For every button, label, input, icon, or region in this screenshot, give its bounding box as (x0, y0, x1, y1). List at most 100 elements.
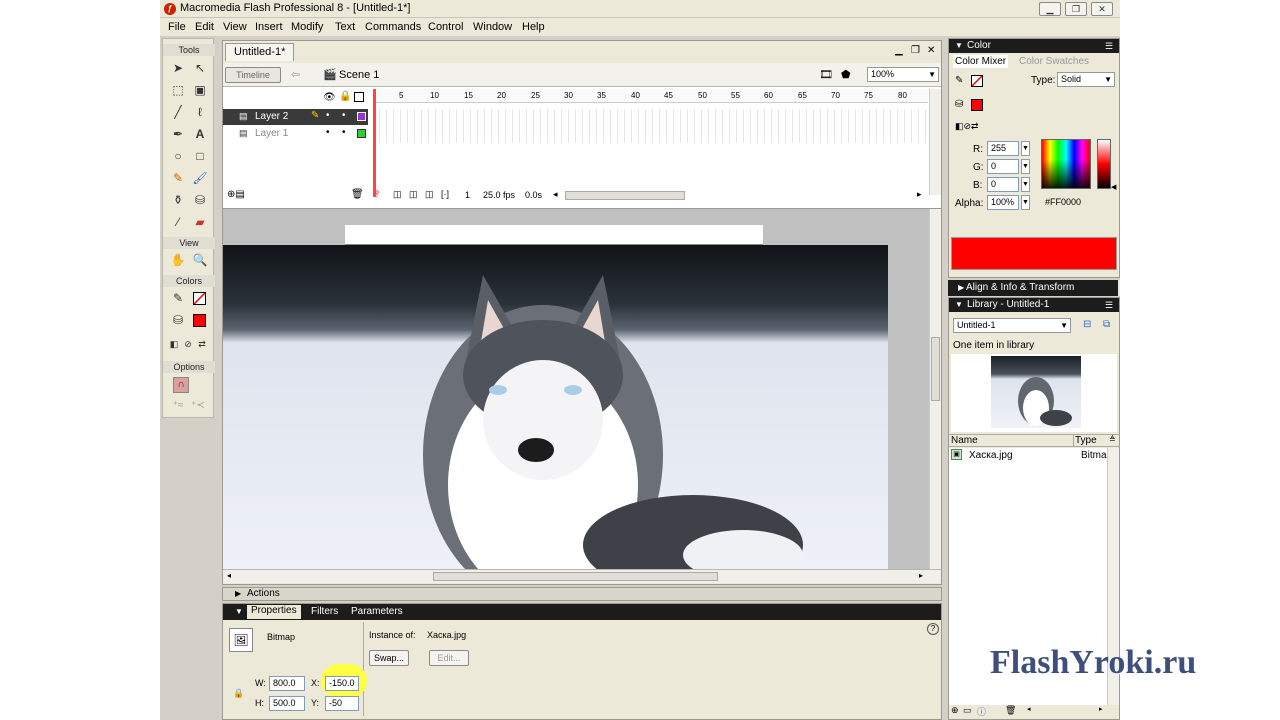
menu-commands[interactable]: Commands (365, 21, 421, 33)
ink-bottle-icon[interactable]: ⚱ (169, 191, 187, 209)
color-panel-header[interactable]: ▼ Color ☰ (949, 39, 1119, 53)
straighten-icon[interactable]: ⁺≺ (189, 397, 207, 415)
r-dropdown-icon[interactable]: ▼ (1021, 141, 1030, 156)
menu-text[interactable]: Text (335, 21, 355, 33)
tab-color-swatches[interactable]: Color Swatches (1019, 56, 1089, 67)
pencil-tool-icon[interactable]: ✎ (169, 169, 187, 187)
eye-icon[interactable]: 👁 (323, 92, 336, 103)
zoom-select[interactable]: 100% ▼ (867, 67, 939, 82)
lock-aspect-icon[interactable]: 🔒 (233, 688, 244, 699)
brightness-slider[interactable] (1097, 139, 1111, 189)
stage-hscroll-thumb[interactable] (433, 572, 718, 581)
pin-library-icon[interactable]: ⊟ (1083, 319, 1091, 330)
playhead[interactable] (373, 89, 376, 197)
stroke-swatch[interactable] (193, 292, 206, 305)
r-field[interactable]: 255 (987, 141, 1019, 156)
husky-bitmap[interactable] (223, 245, 888, 571)
layer-color-swatch[interactable] (357, 129, 366, 138)
new-library-icon[interactable]: ⧉ (1103, 319, 1110, 330)
col-type[interactable]: Type (1075, 435, 1097, 446)
eyedropper-icon[interactable]: ⁄ (169, 213, 187, 231)
default-colors-icon[interactable]: ◧⊘⇄ (955, 121, 979, 132)
free-transform-icon[interactable]: ⬚ (169, 81, 187, 99)
mixer-fill-swatch[interactable] (971, 99, 983, 111)
x-field[interactable]: -150.0 (325, 676, 359, 691)
timeline-vscroll[interactable] (929, 89, 941, 195)
lock-icon[interactable]: 🔒 (339, 91, 351, 102)
alpha-field[interactable]: 100% (987, 195, 1019, 210)
fill-color-icon[interactable]: ⛁ (169, 311, 187, 329)
edit-button[interactable]: Edit... (429, 650, 469, 666)
stage-hscroll[interactable]: ◂ ▸ (223, 569, 941, 583)
visible-dot-icon[interactable]: • (326, 110, 330, 121)
menu-view[interactable]: View (223, 21, 247, 33)
delete-layer-icon[interactable]: 🗑 (351, 189, 364, 200)
insert-layer-icon[interactable]: ⊕▤ (227, 189, 245, 200)
stage-vscroll-thumb[interactable] (931, 337, 940, 401)
library-panel-header[interactable]: ▼ Library - Untitled-1 ☰ (949, 298, 1119, 312)
zoom-tool-icon[interactable]: 🔍 (191, 251, 209, 269)
minimize-icon[interactable]: ▁ (1039, 2, 1061, 16)
menu-file[interactable]: File (168, 21, 186, 33)
doc-minimize-icon[interactable]: ▁ (895, 45, 903, 56)
menu-modify[interactable]: Modify (291, 21, 323, 33)
collapse-arrow-icon[interactable]: ▼ (235, 607, 243, 616)
oval-tool-icon[interactable]: ○ (169, 147, 187, 165)
menu-window[interactable]: Window (473, 21, 512, 33)
swap-button[interactable]: Swap... (369, 650, 409, 666)
col-name[interactable]: Name (951, 435, 978, 446)
library-item[interactable]: ▣ Хаска.jpg Bitma (949, 448, 1107, 463)
edit-scene-icon[interactable]: 🎞 (819, 68, 833, 81)
menu-control[interactable]: Control (428, 21, 463, 33)
eraser-tool-icon[interactable]: ▰ (191, 213, 209, 231)
g-field[interactable]: 0 (987, 159, 1019, 174)
doc-close-icon[interactable]: ✕ (927, 45, 935, 56)
scroll-right-icon[interactable]: ▸ (919, 571, 923, 580)
selection-tool-icon[interactable]: ➤ (169, 59, 187, 77)
panel-menu-icon[interactable]: ☰ (1105, 39, 1113, 53)
properties-icon[interactable]: ⓘ (977, 705, 986, 718)
scroll-right-icon[interactable]: ▸ (1099, 705, 1103, 713)
swap-colors-icon[interactable]: ⇄ (193, 335, 211, 353)
gradient-transform-icon[interactable]: ▣ (191, 81, 209, 99)
back-arrow-icon[interactable]: ⇦ (291, 68, 300, 81)
onion-markers-icon[interactable]: [·] (441, 189, 449, 199)
tab-color-mixer[interactable]: Color Mixer (953, 55, 1009, 68)
document-tab[interactable]: Untitled-1* (225, 43, 295, 61)
new-folder-icon[interactable]: ▭ (963, 705, 972, 716)
pen-tool-icon[interactable]: ✒ (169, 125, 187, 143)
tab-properties[interactable]: Properties (247, 605, 301, 619)
scroll-left-icon[interactable]: ◂ (1027, 705, 1031, 713)
edit-multiple-icon[interactable]: ◫ (425, 189, 434, 200)
new-symbol-icon[interactable]: ⊕ (951, 705, 959, 716)
frames-grid[interactable] (373, 109, 928, 143)
paint-bucket-icon[interactable]: ⛁ (191, 191, 209, 209)
delete-icon[interactable]: 🗑 (1005, 705, 1016, 716)
subselection-tool-icon[interactable]: ↖ (191, 59, 209, 77)
layer-color-swatch[interactable] (357, 112, 366, 121)
library-doc-select[interactable]: Untitled-1 ▼ (953, 318, 1071, 333)
align-panel-header[interactable]: ▶ Align & Info & Transform (948, 280, 1118, 296)
snap-magnet-icon[interactable]: ∩ (173, 377, 189, 393)
slider-arrow-icon[interactable]: ◀ (1111, 183, 1116, 191)
onion-outline-icon[interactable]: ◫ (409, 189, 418, 200)
brush-tool-icon[interactable]: 🖌 (191, 169, 209, 187)
text-tool-icon[interactable]: A (191, 125, 209, 143)
scroll-left-icon[interactable]: ◂ (553, 189, 558, 200)
timeline-toggle-button[interactable]: Timeline (225, 67, 281, 83)
center-frame-icon[interactable]: ⫯ (375, 189, 379, 200)
menu-insert[interactable]: Insert (255, 21, 283, 33)
layer-row-1[interactable]: ▤ Layer 1 • • (223, 126, 368, 142)
menu-help[interactable]: Help (522, 21, 545, 33)
panel-menu-icon[interactable]: ☰ (1105, 298, 1113, 312)
frame-rate[interactable]: 25.0 fps (483, 190, 515, 200)
doc-restore-icon[interactable]: ❐ (911, 45, 920, 56)
hex-value[interactable]: #FF0000 (1045, 197, 1081, 207)
layer-row-2[interactable]: ▤ Layer 2 ✎ • • (223, 109, 368, 125)
lasso-tool-icon[interactable]: ℓ (191, 103, 209, 121)
width-field[interactable]: 800.0 (269, 676, 305, 691)
menu-edit[interactable]: Edit (195, 21, 214, 33)
smooth-icon[interactable]: ⁺≈ (169, 397, 187, 415)
tab-filters[interactable]: Filters (311, 606, 338, 617)
b-dropdown-icon[interactable]: ▼ (1021, 177, 1030, 192)
